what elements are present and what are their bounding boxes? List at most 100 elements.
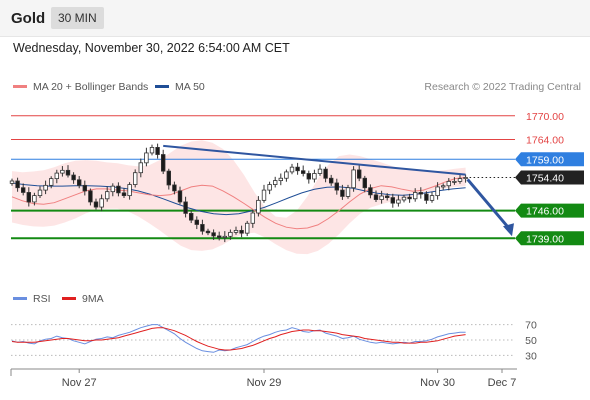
candle-body xyxy=(222,235,227,238)
candle-body xyxy=(396,199,401,204)
candle-body xyxy=(200,224,205,232)
candle-body xyxy=(110,185,115,193)
x-axis: Nov 27 Nov 29 Nov 30 Dec 7 xyxy=(10,369,517,389)
candle-body xyxy=(312,173,317,180)
candle-body xyxy=(116,185,121,194)
candle xyxy=(149,144,155,156)
candle-body xyxy=(435,186,440,197)
credit-text: Research © 2022 Trading Central xyxy=(424,81,581,93)
candle-body xyxy=(155,147,160,155)
candle-body xyxy=(351,169,356,189)
x-tick-label-2: Nov 30 xyxy=(420,377,455,389)
candle-body xyxy=(390,197,395,204)
candle-body xyxy=(295,166,300,172)
candle-body xyxy=(183,201,188,214)
x-tick-label-3: Dec 7 xyxy=(488,377,517,389)
rsi-legend-swatch xyxy=(13,297,27,300)
candle-body xyxy=(284,171,289,179)
candle xyxy=(289,163,295,175)
candle-body xyxy=(65,169,71,176)
candle-body xyxy=(211,232,216,237)
level-label-1770.00: 1770.00 xyxy=(526,111,564,123)
candle-body xyxy=(216,235,222,238)
bollinger-band-layer xyxy=(12,140,466,255)
ma50-legend-label: MA 50 xyxy=(175,81,205,93)
candle-body xyxy=(328,177,334,184)
candle-body xyxy=(121,192,127,197)
candle-body xyxy=(172,184,177,192)
level-labels: 1770.00 1764.00 1759.00 1754.40 1746.00 1739.… xyxy=(515,111,584,246)
projection-arrow-shaft xyxy=(466,178,511,230)
candle-body xyxy=(177,190,183,203)
candle-body xyxy=(457,178,463,182)
candle-body xyxy=(160,154,166,172)
candle-body xyxy=(401,196,407,201)
ma20-legend-label: MA 20 + Bollinger Bands xyxy=(33,81,148,93)
level-label-1754.40: 1754.40 xyxy=(526,172,564,184)
candle-body xyxy=(384,195,390,198)
rsi-panel: 70 50 30 xyxy=(11,320,537,362)
candle-body xyxy=(88,190,93,203)
candle-body xyxy=(379,195,384,200)
rsi-level-label-70: 70 xyxy=(525,320,537,332)
candle-body xyxy=(256,199,261,214)
candle-body xyxy=(278,177,283,182)
candle xyxy=(267,181,272,195)
candle-body xyxy=(267,184,272,191)
candle-body xyxy=(228,231,233,237)
rsi-level-label-50: 50 xyxy=(525,335,537,347)
candle xyxy=(317,164,323,176)
candle-body xyxy=(166,170,171,186)
candle-body xyxy=(26,192,31,203)
candle-body xyxy=(127,184,132,197)
candle-body xyxy=(205,230,211,234)
candle-body xyxy=(334,182,339,191)
candle xyxy=(244,220,250,237)
candle xyxy=(295,162,300,175)
candle-body xyxy=(32,195,37,203)
candle-body xyxy=(356,169,362,179)
candle-body xyxy=(373,194,379,200)
candle-body xyxy=(49,178,54,186)
candle xyxy=(272,176,278,188)
ma50-legend-swatch xyxy=(155,85,169,88)
candle-body xyxy=(424,193,429,201)
candle xyxy=(144,147,149,167)
candle-body xyxy=(244,222,250,234)
rsi-ma-legend-swatch xyxy=(62,297,76,300)
candle-body xyxy=(105,191,110,200)
candle xyxy=(261,184,267,203)
candle xyxy=(300,165,306,177)
rsi-legend-label: RSI xyxy=(33,293,51,305)
candle-body xyxy=(37,189,43,197)
candle-body xyxy=(132,172,138,185)
candle-body xyxy=(289,166,295,173)
candle-body xyxy=(362,177,367,189)
candle xyxy=(284,169,289,182)
level-label-1739.00: 1739.00 xyxy=(526,233,564,245)
candle xyxy=(160,149,166,175)
candle xyxy=(278,173,283,186)
candle-body xyxy=(99,198,104,208)
candle xyxy=(306,170,311,184)
bollinger-band xyxy=(12,140,466,255)
candle-body xyxy=(54,172,59,180)
rsi-level-label-30: 30 xyxy=(525,350,537,362)
candle-body xyxy=(345,187,351,197)
candle xyxy=(351,166,356,192)
ma20-legend-swatch xyxy=(13,85,27,88)
candle-body xyxy=(261,189,267,201)
candle-body xyxy=(9,180,15,184)
candle xyxy=(312,169,317,183)
candle-body xyxy=(188,212,194,221)
candle-body xyxy=(144,152,149,164)
candle-body xyxy=(452,180,457,183)
candle-body xyxy=(149,147,155,154)
level-label-1746.00: 1746.00 xyxy=(526,206,564,218)
candle-body xyxy=(138,162,143,174)
candle-body xyxy=(250,212,255,224)
candle-body xyxy=(272,180,278,185)
level-label-1764.00: 1764.00 xyxy=(526,135,564,147)
candle xyxy=(155,143,160,159)
rsi-ma-legend-label: 9MA xyxy=(82,293,104,305)
